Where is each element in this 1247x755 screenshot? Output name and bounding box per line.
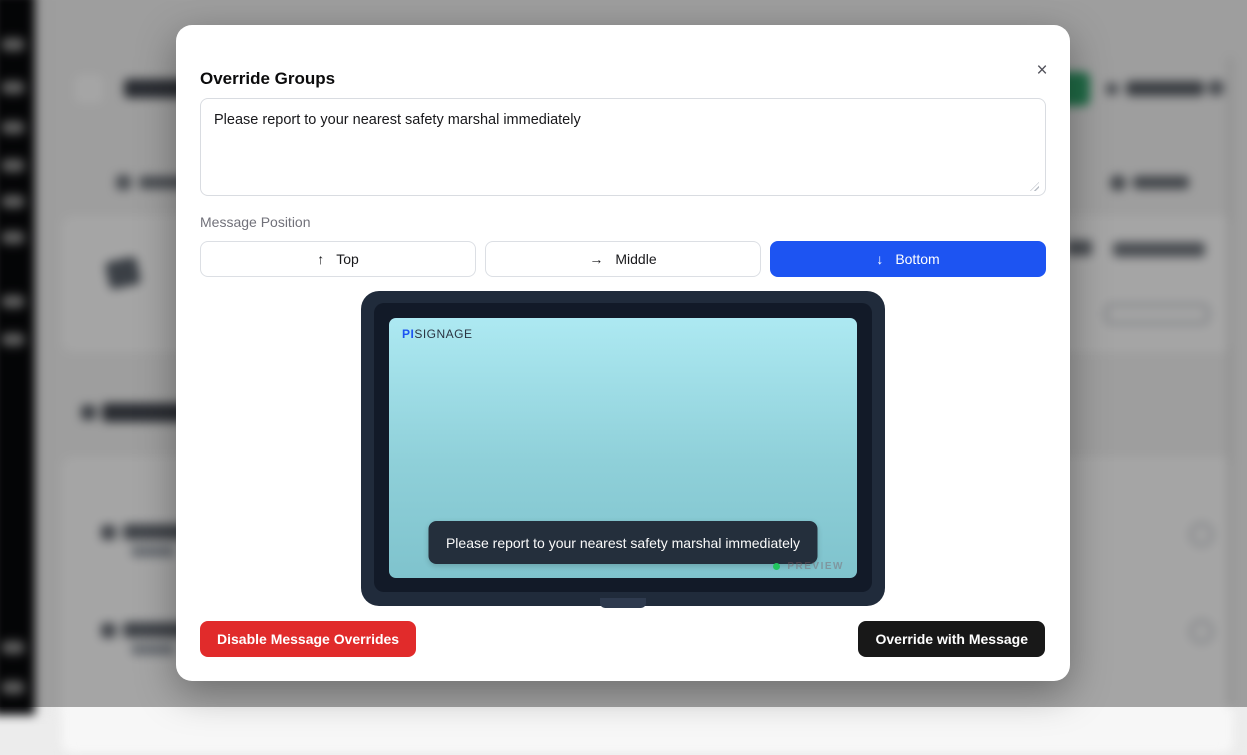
override-with-message-button[interactable]: Override with Message [858,621,1045,657]
message-position-group: ↑ Top → Middle ↓ Bottom [200,241,1046,277]
override-groups-modal: Override Groups × Please report to your … [176,25,1070,681]
pisignage-logo: PISIGNAGE [402,327,473,341]
position-middle-button[interactable]: → Middle [485,241,761,277]
arrow-down-icon: ↓ [876,251,883,267]
tv-screen: PISIGNAGE Please report to your nearest … [389,318,857,578]
tv-preview: PISIGNAGE Please report to your nearest … [361,291,885,606]
tv-stand [600,598,646,608]
position-middle-label: Middle [615,251,656,267]
position-top-button[interactable]: ↑ Top [200,241,476,277]
override-message-input[interactable]: Please report to your nearest safety mar… [200,98,1046,196]
disable-message-overrides-button[interactable]: Disable Message Overrides [200,621,416,657]
status-dot-icon [773,563,780,570]
position-bottom-button[interactable]: ↓ Bottom [770,241,1046,277]
position-top-label: Top [336,251,359,267]
preview-status-label: PREVIEW [787,561,844,572]
preview-message-bar: Please report to your nearest safety mar… [429,521,818,564]
arrow-up-icon: ↑ [317,251,324,267]
modal-title: Override Groups [200,69,335,89]
preview-status: PREVIEW [773,561,844,572]
close-icon[interactable]: × [1028,57,1056,85]
arrow-right-icon: → [589,251,603,267]
position-bottom-label: Bottom [895,251,939,267]
message-position-label: Message Position [200,214,311,230]
pisignage-logo-text: SIGNAGE [414,327,472,341]
pisignage-logo-icon: PI [402,327,414,341]
